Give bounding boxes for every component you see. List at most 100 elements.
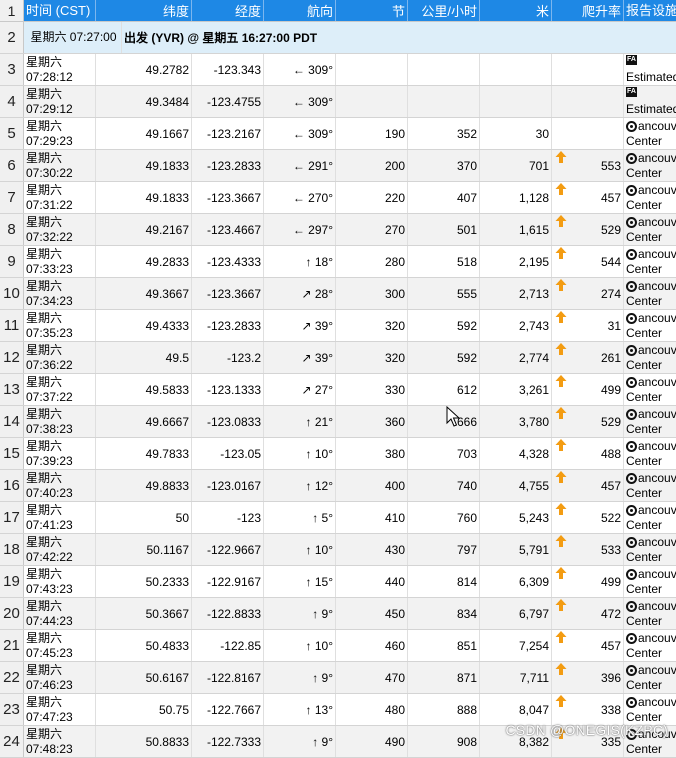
knots-cell[interactable]: 360	[336, 406, 408, 437]
column-header-facility[interactable]: 报告设施	[624, 0, 676, 21]
kmh-cell[interactable]: 908	[408, 726, 480, 757]
knots-cell[interactable]: 280	[336, 246, 408, 277]
latitude-cell[interactable]: 49.1833	[96, 182, 192, 213]
column-header-meters[interactable]: 米	[480, 0, 552, 21]
row-number[interactable]: 23	[0, 694, 24, 725]
time-cell[interactable]: 星期六 07:34:23	[24, 278, 96, 309]
heading-cell[interactable]: ↑ 21°	[264, 406, 336, 437]
facility-cell[interactable]: ancouver Center	[624, 502, 676, 533]
heading-cell[interactable]: ← 309°	[264, 118, 336, 149]
heading-cell[interactable]: ↑ 10°	[264, 438, 336, 469]
row-number[interactable]: 5	[0, 118, 24, 149]
meters-cell[interactable]: 701	[480, 150, 552, 181]
facility-cell[interactable]: ancouver Center	[624, 342, 676, 373]
row-number[interactable]: 20	[0, 598, 24, 629]
row-number[interactable]: 14	[0, 406, 24, 437]
knots-cell[interactable]: 450	[336, 598, 408, 629]
latitude-cell[interactable]: 49.1833	[96, 150, 192, 181]
latitude-cell[interactable]: 49.2167	[96, 214, 192, 245]
time-cell[interactable]: 星期六 07:39:23	[24, 438, 96, 469]
facility-cell[interactable]: FA Estimated	[624, 54, 676, 85]
meters-cell[interactable]	[480, 54, 552, 85]
time-cell[interactable]: 星期六 07:41:23	[24, 502, 96, 533]
climb-rate-cell[interactable]: 472	[552, 598, 624, 629]
row-number[interactable]: 4	[0, 86, 24, 117]
row-number[interactable]: 19	[0, 566, 24, 597]
kmh-cell[interactable]: 501	[408, 214, 480, 245]
latitude-cell[interactable]: 50	[96, 502, 192, 533]
longitude-cell[interactable]: -123.05	[192, 438, 264, 469]
knots-cell[interactable]: 490	[336, 726, 408, 757]
climb-rate-cell[interactable]: 457	[552, 630, 624, 661]
time-cell[interactable]: 星期六 07:35:23	[24, 310, 96, 341]
time-cell[interactable]: 星期六 07:29:12	[24, 86, 96, 117]
facility-cell[interactable]: ancouver Center	[624, 118, 676, 149]
knots-cell[interactable]: 440	[336, 566, 408, 597]
facility-cell[interactable]: ancouver Center	[624, 534, 676, 565]
meters-cell[interactable]: 3,780	[480, 406, 552, 437]
kmh-cell[interactable]: 612	[408, 374, 480, 405]
kmh-cell[interactable]: 592	[408, 342, 480, 373]
time-cell[interactable]: 星期六 07:48:23	[24, 726, 96, 757]
facility-cell[interactable]: ancouver Center	[624, 694, 676, 725]
meters-cell[interactable]: 2,743	[480, 310, 552, 341]
heading-cell[interactable]: ↑ 9°	[264, 598, 336, 629]
facility-cell[interactable]: ancouver Center	[624, 438, 676, 469]
climb-rate-cell[interactable]: 274	[552, 278, 624, 309]
latitude-cell[interactable]: 50.2333	[96, 566, 192, 597]
climb-rate-cell[interactable]: 31	[552, 310, 624, 341]
facility-cell[interactable]: ancouver Center	[624, 182, 676, 213]
latitude-cell[interactable]: 50.8833	[96, 726, 192, 757]
kmh-cell[interactable]: 834	[408, 598, 480, 629]
longitude-cell[interactable]: -123	[192, 502, 264, 533]
heading-cell[interactable]: ↗ 39°	[264, 310, 336, 341]
time-cell[interactable]: 星期六 07:43:23	[24, 566, 96, 597]
heading-cell[interactable]: ↑ 13°	[264, 694, 336, 725]
kmh-cell[interactable]: 740	[408, 470, 480, 501]
climb-rate-cell[interactable]: 533	[552, 534, 624, 565]
meters-cell[interactable]: 3,261	[480, 374, 552, 405]
kmh-cell[interactable]: 851	[408, 630, 480, 661]
meters-cell[interactable]: 2,195	[480, 246, 552, 277]
heading-cell[interactable]: ← 309°	[264, 54, 336, 85]
climb-rate-cell[interactable]: 338	[552, 694, 624, 725]
time-cell[interactable]: 星期六 07:36:22	[24, 342, 96, 373]
facility-cell[interactable]: ancouver Center	[624, 566, 676, 597]
climb-rate-cell[interactable]	[552, 118, 624, 149]
meters-cell[interactable]: 6,309	[480, 566, 552, 597]
time-cell[interactable]: 星期六 07:47:23	[24, 694, 96, 725]
column-header-latitude[interactable]: 纬度	[96, 0, 192, 21]
row-number[interactable]: 12	[0, 342, 24, 373]
row-number[interactable]: 6	[0, 150, 24, 181]
meters-cell[interactable]: 1,128	[480, 182, 552, 213]
knots-cell[interactable]: 430	[336, 534, 408, 565]
row-number[interactable]: 1	[0, 0, 24, 21]
heading-cell[interactable]: ← 291°	[264, 150, 336, 181]
row-number[interactable]: 2	[0, 22, 24, 53]
time-cell[interactable]: 星期六 07:29:23	[24, 118, 96, 149]
longitude-cell[interactable]: -123.2167	[192, 118, 264, 149]
heading-cell[interactable]: ↗ 39°	[264, 342, 336, 373]
heading-cell[interactable]: ↑ 18°	[264, 246, 336, 277]
latitude-cell[interactable]: 49.7833	[96, 438, 192, 469]
time-cell[interactable]: 星期六 07:45:23	[24, 630, 96, 661]
time-cell[interactable]: 星期六 07:28:12	[24, 54, 96, 85]
meters-cell[interactable]: 2,774	[480, 342, 552, 373]
latitude-cell[interactable]: 49.1667	[96, 118, 192, 149]
knots-cell[interactable]: 320	[336, 342, 408, 373]
knots-cell[interactable]: 410	[336, 502, 408, 533]
meters-cell[interactable]: 2,713	[480, 278, 552, 309]
facility-cell[interactable]: ancouver Center	[624, 310, 676, 341]
longitude-cell[interactable]: -122.85	[192, 630, 264, 661]
longitude-cell[interactable]: -122.7333	[192, 726, 264, 757]
kmh-cell[interactable]: 555	[408, 278, 480, 309]
climb-rate-cell[interactable]: 261	[552, 342, 624, 373]
longitude-cell[interactable]: -123.3667	[192, 278, 264, 309]
longitude-cell[interactable]: -123.2833	[192, 310, 264, 341]
climb-rate-cell[interactable]	[552, 86, 624, 117]
time-cell[interactable]: 星期六 07:38:23	[24, 406, 96, 437]
climb-rate-cell[interactable]: 499	[552, 566, 624, 597]
time-cell[interactable]: 星期六 07:46:23	[24, 662, 96, 693]
longitude-cell[interactable]: -123.4667	[192, 214, 264, 245]
kmh-cell[interactable]: 703	[408, 438, 480, 469]
